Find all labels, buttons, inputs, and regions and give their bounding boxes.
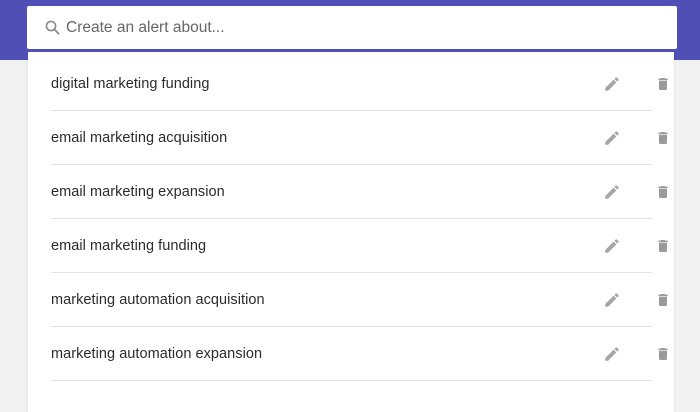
alert-row[interactable]: email marketing expansion [51, 165, 668, 219]
alert-row[interactable]: digital marketing funding [51, 57, 668, 111]
alert-label: marketing automation acquisition [51, 291, 265, 308]
trash-icon[interactable] [655, 75, 671, 93]
alert-label: marketing automation expansion [51, 345, 263, 362]
pencil-icon[interactable] [603, 129, 621, 147]
trash-icon[interactable] [655, 129, 671, 147]
pencil-icon[interactable] [603, 75, 621, 93]
trash-icon[interactable] [655, 291, 671, 309]
alert-row[interactable]: email marketing acquisition [51, 111, 668, 165]
alert-label: digital marketing funding [51, 75, 210, 92]
alert-label: email marketing funding [51, 237, 207, 254]
pencil-icon[interactable] [603, 291, 621, 309]
alert-row[interactable]: email marketing funding [51, 219, 668, 273]
trash-icon[interactable] [655, 237, 671, 255]
trash-icon[interactable] [655, 183, 671, 201]
alerts-card: digital marketing funding email marketin… [28, 52, 674, 412]
pencil-icon[interactable] [603, 237, 621, 255]
search-icon [44, 20, 60, 36]
alert-row[interactable]: marketing automation expansion [51, 327, 668, 381]
alert-search-bar[interactable] [27, 6, 677, 49]
alert-row[interactable]: marketing automation acquisition [51, 273, 668, 327]
pencil-icon[interactable] [603, 345, 621, 363]
create-alert-input[interactable] [66, 15, 626, 40]
trash-icon[interactable] [655, 345, 671, 363]
alert-label: email marketing expansion [51, 183, 225, 200]
alert-label: email marketing acquisition [51, 129, 228, 146]
pencil-icon[interactable] [603, 183, 621, 201]
alerts-list: digital marketing funding email marketin… [28, 57, 674, 381]
